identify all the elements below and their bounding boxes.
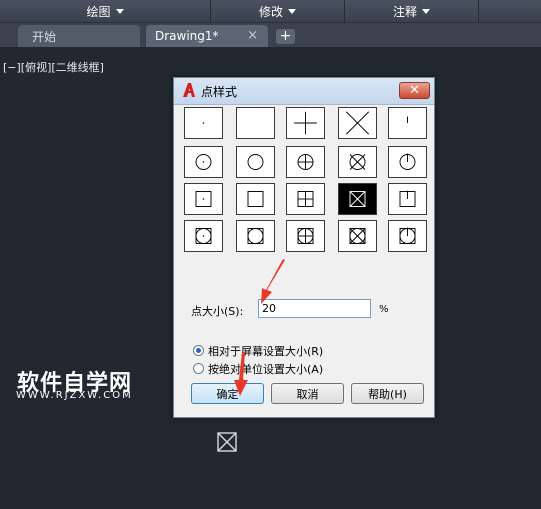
viewport-controls-label[interactable]: [−][俯视][二维线框] xyxy=(3,59,104,75)
point-style-circle-x[interactable] xyxy=(338,146,377,178)
tab-drawing1[interactable]: Drawing1* × xyxy=(146,25,268,47)
point-style-tick[interactable] xyxy=(388,107,427,139)
point-style-square-x[interactable] xyxy=(338,183,377,215)
dialog-title: 点样式 xyxy=(201,85,238,99)
point-style-sqcircle-plus[interactable] xyxy=(286,220,325,252)
point-style-blank[interactable] xyxy=(236,107,275,139)
help-button[interactable]: 帮助(H) xyxy=(351,383,424,404)
point-style-plus[interactable] xyxy=(286,107,325,139)
close-icon[interactable]: × xyxy=(247,28,258,43)
point-style-circle-dot[interactable] xyxy=(184,146,223,178)
point-style-dialog: 点样式 ✕ 点大小(S): % 相对于屏幕设置大小(R) 按绝对单位设置大小(A… xyxy=(173,77,435,418)
menu-separator xyxy=(478,0,479,22)
point-size-label: 点大小(S): xyxy=(191,305,244,318)
new-tab-button[interactable]: + xyxy=(276,29,295,44)
point-style-sqcircle[interactable] xyxy=(236,220,275,252)
menu-draw[interactable]: 绘图 xyxy=(0,0,210,22)
point-style-x[interactable] xyxy=(338,107,377,139)
radio-absolute-size[interactable] xyxy=(193,363,204,374)
point-style-sqcircle-tick[interactable] xyxy=(388,220,427,252)
point-style-sqcircle-x[interactable] xyxy=(338,220,377,252)
radio-absolute-label[interactable]: 按绝对单位设置大小(A) xyxy=(208,361,323,377)
radio-relative-size[interactable] xyxy=(193,345,204,356)
point-style-square-tick[interactable] xyxy=(388,183,427,215)
watermark-url: WWW.RJZXW.COM xyxy=(16,390,133,401)
chevron-down-icon xyxy=(288,9,296,14)
menu-annotate[interactable]: 注释 xyxy=(345,0,478,22)
point-style-circle-plus[interactable] xyxy=(286,146,325,178)
radio-relative-label[interactable]: 相对于屏幕设置大小(R) xyxy=(208,343,323,359)
tab-start[interactable]: 开始 xyxy=(18,25,140,47)
point-style-circle-tick[interactable] xyxy=(388,146,427,178)
dialog-titlebar[interactable]: 点样式 ✕ xyxy=(174,78,434,105)
point-style-square-plus[interactable] xyxy=(286,183,325,215)
drawn-point-marker[interactable] xyxy=(217,432,237,452)
point-style-dot[interactable] xyxy=(184,107,223,139)
chevron-down-icon xyxy=(115,9,124,14)
ribbon-menu-bar: 绘图 修改 注释 xyxy=(0,0,541,23)
point-style-square[interactable] xyxy=(236,183,275,215)
annotation-arrow-icon xyxy=(261,259,285,304)
menu-annotate-label: 注释 xyxy=(392,4,417,19)
dialog-close-button[interactable]: ✕ xyxy=(399,82,430,99)
tab-start-label: 开始 xyxy=(32,29,57,44)
annotation-arrow-icon xyxy=(234,352,248,396)
ok-button[interactable]: 确定 xyxy=(191,383,264,404)
tab-drawing1-label: Drawing1* xyxy=(155,29,219,43)
menu-draw-label: 绘图 xyxy=(86,4,111,19)
point-style-sqcircle-dot[interactable] xyxy=(184,220,223,252)
menu-modify[interactable]: 修改 xyxy=(211,0,344,22)
point-style-circle[interactable] xyxy=(236,146,275,178)
chevron-down-icon xyxy=(422,9,430,14)
point-size-unit: % xyxy=(379,304,389,315)
menu-modify-label: 修改 xyxy=(258,4,283,19)
help-button-label: 帮助(H) xyxy=(368,387,407,401)
cancel-button[interactable]: 取消 xyxy=(271,383,344,404)
file-tab-bar: 开始 Drawing1* × + xyxy=(0,23,541,47)
cancel-button-label: 取消 xyxy=(296,387,319,401)
autocad-logo-icon xyxy=(183,83,195,97)
point-style-square-dot[interactable] xyxy=(184,183,223,215)
